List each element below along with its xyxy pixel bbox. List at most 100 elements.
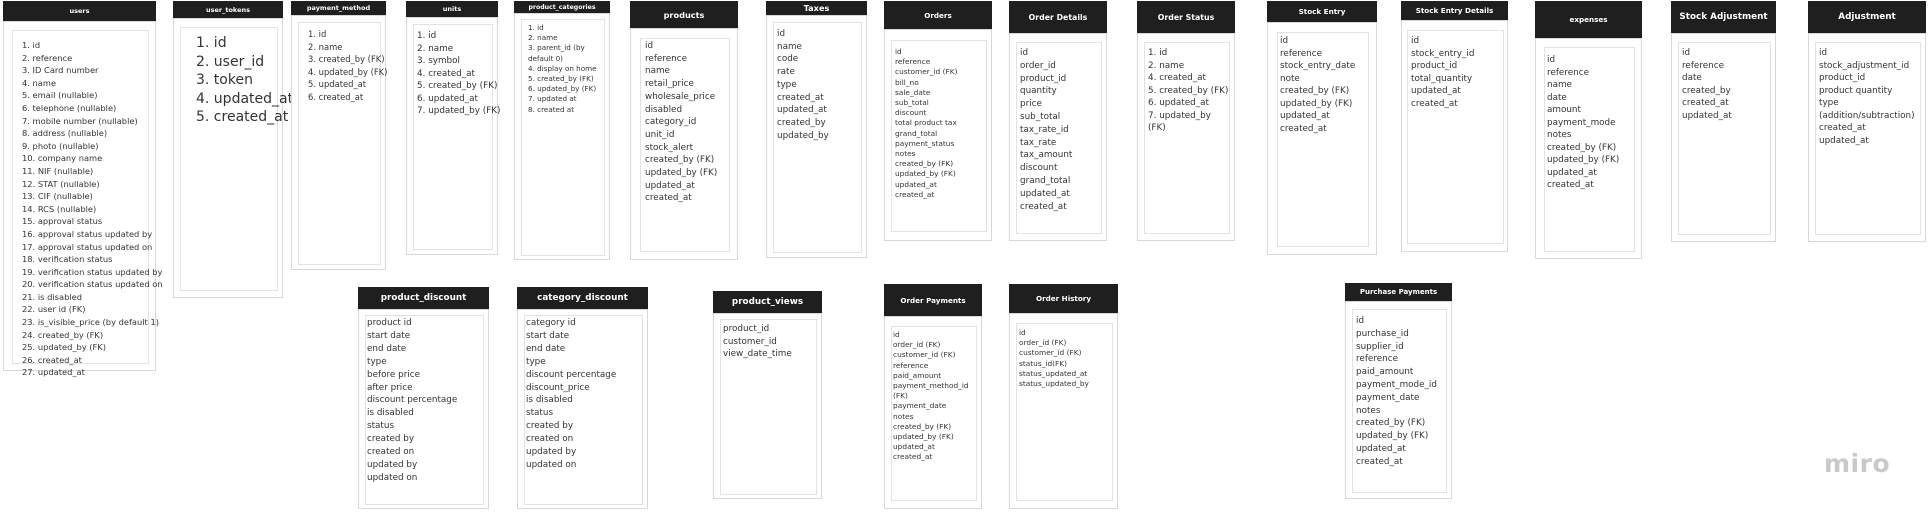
field-list: 1. id 2. name 3. parent_id (by default 0) 4.… <box>528 23 597 115</box>
field-item: 24. created_by (FK) <box>22 329 104 340</box>
field-item: 21. is disabled <box>22 291 83 302</box>
field-item: created_at <box>1356 456 1403 467</box>
field-item: 2. name <box>528 33 558 43</box>
field-list: id order_id (FK) customer_id (FK) status_id… <box>1019 328 1089 389</box>
entity-products[interactable]: products id reference name retail_price whole… <box>630 1 738 260</box>
field-item: status <box>367 421 395 432</box>
field-item: 2. name <box>417 43 454 54</box>
entity-inner-frame: category id start date end date type discoun… <box>524 315 643 505</box>
field-item: updated_by (FK) <box>645 168 718 179</box>
field-item: 9. photo (nullable) <box>22 140 99 151</box>
miro-watermark: miro <box>1824 449 1891 478</box>
field-item: id <box>1411 36 1420 46</box>
entity-order-history[interactable]: Order History id order_id (FK) customer_id … <box>1009 284 1118 509</box>
entity-order-details[interactable]: Order Details id order_id product_id quantit… <box>1009 1 1107 241</box>
entity-product-discount[interactable]: product_discount product id start date end … <box>358 287 489 509</box>
entity-body: id reference customer_id (FK) bill_no sale_d… <box>884 29 992 241</box>
entity-body: id reference stock_entry_date note created_b… <box>1267 22 1377 255</box>
field-list: id order_id (FK) customer_id (FK) reference… <box>893 330 969 463</box>
entity-product-views[interactable]: product_views product_id customer_id view_d… <box>713 291 822 499</box>
field-item: created on <box>526 434 574 445</box>
entity-stock-adjustment[interactable]: Stock Adjustment id reference date created_b… <box>1671 1 1776 242</box>
field-item: supplier_id <box>1356 341 1404 352</box>
entity-purchase-payments[interactable]: Purchase Payments id purchase_id supplier_i… <box>1345 283 1452 499</box>
entity-category-discount[interactable]: category_discount category id start date en… <box>517 287 648 509</box>
field-item: order_id (FK) <box>893 340 941 350</box>
field-item: tax_amount <box>1020 150 1073 161</box>
entity-units[interactable]: units 1. id 2. name 3. symbol 4. created_at 5… <box>406 1 500 255</box>
field-item: price <box>1020 99 1042 110</box>
field-item: product id <box>367 318 412 328</box>
field-item: name <box>777 41 802 52</box>
entity-order-payments[interactable]: Order Payments id order_id (FK) customer_id… <box>884 284 982 509</box>
field-item: 12. STAT (nullable) <box>22 178 100 189</box>
entity-inner-frame: product_id customer_id view_date_time <box>720 319 817 495</box>
field-item: 7. mobile number (nullable) <box>22 115 138 126</box>
entity-body: product_id customer_id view_date_time <box>713 313 822 499</box>
field-item: unit_id <box>645 129 675 140</box>
field-item: view_date_time <box>723 349 792 360</box>
entity-stock-entry-details[interactable]: Stock Entry Details id stock_entry_id produ… <box>1401 1 1508 252</box>
entity-inner-frame: id reference customer_id (FK) bill_no sale_d… <box>891 40 987 232</box>
entity-stock-entry[interactable]: Stock Entry id reference stock_entry_date no… <box>1267 1 1377 255</box>
entity-title: products <box>630 1 738 28</box>
entity-expenses[interactable]: expenses id reference name date amount payment… <box>1535 1 1642 259</box>
field-item: quantity <box>1020 86 1057 97</box>
field-item: created_at <box>895 189 935 199</box>
entity-users[interactable]: users 1. id 2. reference 3. ID Card number 4… <box>3 1 163 377</box>
field-item: type <box>777 79 797 90</box>
entity-order-status[interactable]: Order Status 1. id 2. name 4. created_at 5. … <box>1137 1 1235 241</box>
entity-title: category_discount <box>517 287 648 309</box>
entity-title: Stock Entry <box>1267 1 1377 22</box>
field-item: 1. id <box>417 31 437 41</box>
entity-body: id reference name retail_price wholesale_pri… <box>630 28 738 260</box>
entity-title: Adjustment <box>1808 1 1926 33</box>
field-item: reference <box>1547 67 1590 78</box>
entity-title: Taxes <box>766 1 867 15</box>
field-item: reference <box>1356 354 1399 365</box>
field-item: reference <box>895 57 931 67</box>
field-item: updated on <box>367 472 418 483</box>
field-item: note <box>1280 73 1300 84</box>
field-item: 6. created_at <box>308 91 364 102</box>
entity-orders[interactable]: Orders id reference customer_id (FK) bill_no… <box>884 1 992 241</box>
entity-adjustment[interactable]: Adjustment id stock_adjustment_id product_i… <box>1808 1 1926 242</box>
field-item: 8. created at <box>528 104 575 114</box>
field-item: 17. approval status updated on <box>22 241 153 252</box>
field-item: amount <box>1547 105 1581 115</box>
field-item: 4. display on home <box>528 63 597 73</box>
field-item: 5. created_at <box>196 109 289 126</box>
field-item: customer_id (FK) <box>893 350 956 360</box>
field-item: date <box>1547 92 1567 103</box>
entity-body: category id start date end date type discoun… <box>517 309 648 509</box>
entity-title: Order Status <box>1137 1 1235 33</box>
entity-inner-frame: id purchase_id supplier_id reference paid_am… <box>1352 309 1447 493</box>
entity-product-categories[interactable]: product_categories 1. id 2. name 3. parent_… <box>514 1 610 260</box>
field-item: reference <box>645 53 688 64</box>
entity-inner-frame: id order_id (FK) customer_id (FK) reference… <box>891 326 977 501</box>
field-item: stock_entry_date <box>1280 61 1356 71</box>
field-item: created_at <box>1411 98 1458 109</box>
field-item: status <box>526 408 554 419</box>
field-item: stock_alert <box>645 142 694 153</box>
field-item: 6. updated_at <box>417 93 479 104</box>
field-item: retail_price <box>645 79 694 90</box>
entity-inner-frame: id stock_entry_id product_id total_quantity… <box>1407 30 1504 244</box>
field-item: tax_rate <box>1020 137 1057 148</box>
field-item: updated_at <box>1682 110 1732 121</box>
entity-payment-method[interactable]: payment_method 1. id 2. name 3. created_by … <box>291 1 387 270</box>
field-list: id reference name date amount payment_mode not… <box>1547 54 1619 192</box>
field-item: 5. created_by (FK) <box>528 74 594 84</box>
field-item: 2. name <box>308 41 343 52</box>
field-item: grand_total <box>895 128 938 138</box>
entity-title: expenses <box>1535 1 1642 38</box>
entity-body: id order_id (FK) customer_id (FK) status_id… <box>1009 313 1118 509</box>
field-list: 1. id 2. user_id 3. token 4. updated_at 5. c… <box>196 34 293 127</box>
entity-title: Stock Entry Details <box>1401 1 1508 20</box>
field-item: 23. is_visible_price (by default 1) <box>22 317 159 328</box>
field-item: 3. token <box>196 72 253 89</box>
entity-taxes[interactable]: Taxes id name code rate type created_at updated… <box>766 1 867 258</box>
field-item: 3. symbol <box>417 56 460 66</box>
entity-user-tokens[interactable]: user_tokens 1. id 2. user_id 3. token 4. upd… <box>173 1 293 298</box>
entity-inner-frame: 1. id 2. name 3. parent_id (by default 0) 4.… <box>521 19 605 256</box>
